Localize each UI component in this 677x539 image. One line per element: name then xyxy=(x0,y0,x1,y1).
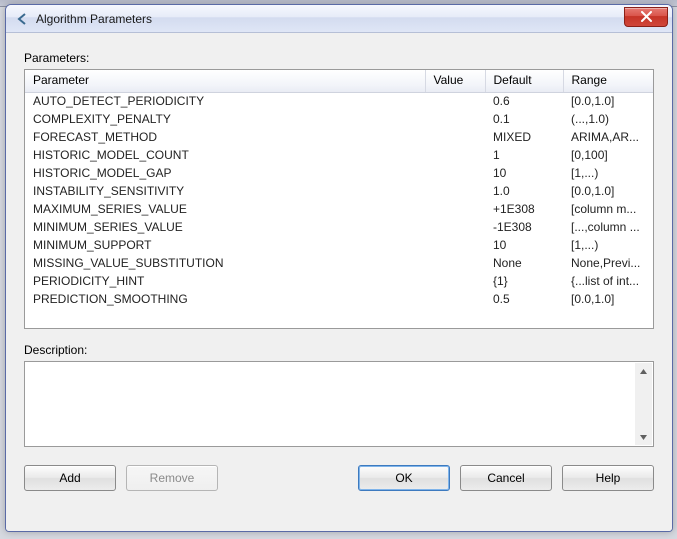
cell-parameter[interactable]: AUTO_DETECT_PERIODICITY xyxy=(25,92,425,110)
cell-value[interactable] xyxy=(425,272,485,290)
description-box[interactable] xyxy=(24,361,654,447)
button-row: Add Remove OK Cancel Help xyxy=(24,465,654,491)
cell-parameter[interactable]: MAXIMUM_SERIES_VALUE xyxy=(25,200,425,218)
description-text xyxy=(25,362,653,370)
scroll-down-icon[interactable] xyxy=(636,429,651,445)
help-button[interactable]: Help xyxy=(562,465,654,491)
cell-range[interactable]: (...,1.0) xyxy=(563,110,653,128)
cell-value[interactable] xyxy=(425,110,485,128)
cell-parameter[interactable]: MINIMUM_SERIES_VALUE xyxy=(25,218,425,236)
cell-default[interactable]: MIXED xyxy=(485,128,563,146)
parameters-table[interactable]: Parameter Value Default Range AUTO_DETEC… xyxy=(25,70,653,308)
cell-range[interactable]: [1,...) xyxy=(563,236,653,254)
table-row[interactable]: MISSING_VALUE_SUBSTITUTION NoneNone,Previ… xyxy=(25,254,653,272)
cell-default[interactable]: 10 xyxy=(485,236,563,254)
cell-range[interactable]: [0,100] xyxy=(563,146,653,164)
cell-default[interactable]: 10 xyxy=(485,164,563,182)
remove-button[interactable]: Remove xyxy=(126,465,218,491)
cell-default[interactable]: {1} xyxy=(485,272,563,290)
cell-range[interactable]: [1,...) xyxy=(563,164,653,182)
scroll-up-icon[interactable] xyxy=(636,363,651,379)
table-row[interactable]: MINIMUM_SERIES_VALUE -1E308[...,column ..… xyxy=(25,218,653,236)
table-row[interactable]: FORECAST_METHOD MIXEDARIMA,AR... xyxy=(25,128,653,146)
cell-range[interactable]: [0.0,1.0] xyxy=(563,290,653,308)
table-row[interactable]: HISTORIC_MODEL_COUNT 1[0,100] xyxy=(25,146,653,164)
cell-range[interactable]: ARIMA,AR... xyxy=(563,128,653,146)
cell-parameter[interactable]: MINIMUM_SUPPORT xyxy=(25,236,425,254)
col-value[interactable]: Value xyxy=(425,70,485,92)
cell-value[interactable] xyxy=(425,164,485,182)
titlebar[interactable]: Algorithm Parameters xyxy=(6,5,672,33)
cell-parameter[interactable]: MISSING_VALUE_SUBSTITUTION xyxy=(25,254,425,272)
table-row[interactable]: COMPLEXITY_PENALTY 0.1(...,1.0) xyxy=(25,110,653,128)
cell-parameter[interactable]: COMPLEXITY_PENALTY xyxy=(25,110,425,128)
col-parameter[interactable]: Parameter xyxy=(25,70,425,92)
col-default[interactable]: Default xyxy=(485,70,563,92)
cell-parameter[interactable]: INSTABILITY_SENSITIVITY xyxy=(25,182,425,200)
cell-parameter[interactable]: PREDICTION_SMOOTHING xyxy=(25,290,425,308)
cell-default[interactable]: 0.6 xyxy=(485,92,563,110)
cell-value[interactable] xyxy=(425,128,485,146)
cell-value[interactable] xyxy=(425,200,485,218)
cell-range[interactable]: {...list of int... xyxy=(563,272,653,290)
cell-value[interactable] xyxy=(425,92,485,110)
cell-value[interactable] xyxy=(425,236,485,254)
cell-value[interactable] xyxy=(425,218,485,236)
cell-value[interactable] xyxy=(425,182,485,200)
cell-parameter[interactable]: FORECAST_METHOD xyxy=(25,128,425,146)
table-row[interactable]: INSTABILITY_SENSITIVITY 1.0[0.0,1.0] xyxy=(25,182,653,200)
cell-default[interactable]: +1E308 xyxy=(485,200,563,218)
window-title: Algorithm Parameters xyxy=(36,12,624,26)
table-header-row: Parameter Value Default Range xyxy=(25,70,653,92)
close-button[interactable] xyxy=(624,7,668,27)
add-button[interactable]: Add xyxy=(24,465,116,491)
cell-parameter[interactable]: PERIODICITY_HINT xyxy=(25,272,425,290)
description-label: Description: xyxy=(24,343,654,357)
cell-range[interactable]: [0.0,1.0] xyxy=(563,92,653,110)
cell-default[interactable]: None xyxy=(485,254,563,272)
col-range[interactable]: Range xyxy=(563,70,653,92)
spacer xyxy=(228,465,348,491)
cancel-button[interactable]: Cancel xyxy=(460,465,552,491)
table-row[interactable]: PREDICTION_SMOOTHING 0.5[0.0,1.0] xyxy=(25,290,653,308)
cell-default[interactable]: -1E308 xyxy=(485,218,563,236)
cell-range[interactable]: [column m... xyxy=(563,200,653,218)
cell-range[interactable]: [...,column ... xyxy=(563,218,653,236)
parameters-table-container: Parameter Value Default Range AUTO_DETEC… xyxy=(24,69,654,329)
description-scrollbar[interactable] xyxy=(635,363,652,445)
table-row[interactable]: PERIODICITY_HINT {1}{...list of int... xyxy=(25,272,653,290)
cell-value[interactable] xyxy=(425,290,485,308)
cell-value[interactable] xyxy=(425,254,485,272)
cell-value[interactable] xyxy=(425,146,485,164)
cell-default[interactable]: 0.5 xyxy=(485,290,563,308)
cell-parameter[interactable]: HISTORIC_MODEL_COUNT xyxy=(25,146,425,164)
cell-range[interactable]: None,Previ... xyxy=(563,254,653,272)
table-row[interactable]: MAXIMUM_SERIES_VALUE +1E308[column m... xyxy=(25,200,653,218)
cell-default[interactable]: 1 xyxy=(485,146,563,164)
cell-range[interactable]: [0.0,1.0] xyxy=(563,182,653,200)
dialog-body: Parameters: Parameter Value Default Rang… xyxy=(6,33,672,531)
table-row[interactable]: HISTORIC_MODEL_GAP 10[1,...) xyxy=(25,164,653,182)
algorithm-parameters-dialog: Algorithm Parameters Parameters: Paramet… xyxy=(5,4,673,532)
ok-button[interactable]: OK xyxy=(358,465,450,491)
cell-parameter[interactable]: HISTORIC_MODEL_GAP xyxy=(25,164,425,182)
app-icon xyxy=(14,11,30,27)
parameters-label: Parameters: xyxy=(24,51,654,65)
cell-default[interactable]: 1.0 xyxy=(485,182,563,200)
table-row[interactable]: AUTO_DETECT_PERIODICITY 0.6[0.0,1.0] xyxy=(25,92,653,110)
table-row[interactable]: MINIMUM_SUPPORT 10[1,...) xyxy=(25,236,653,254)
cell-default[interactable]: 0.1 xyxy=(485,110,563,128)
